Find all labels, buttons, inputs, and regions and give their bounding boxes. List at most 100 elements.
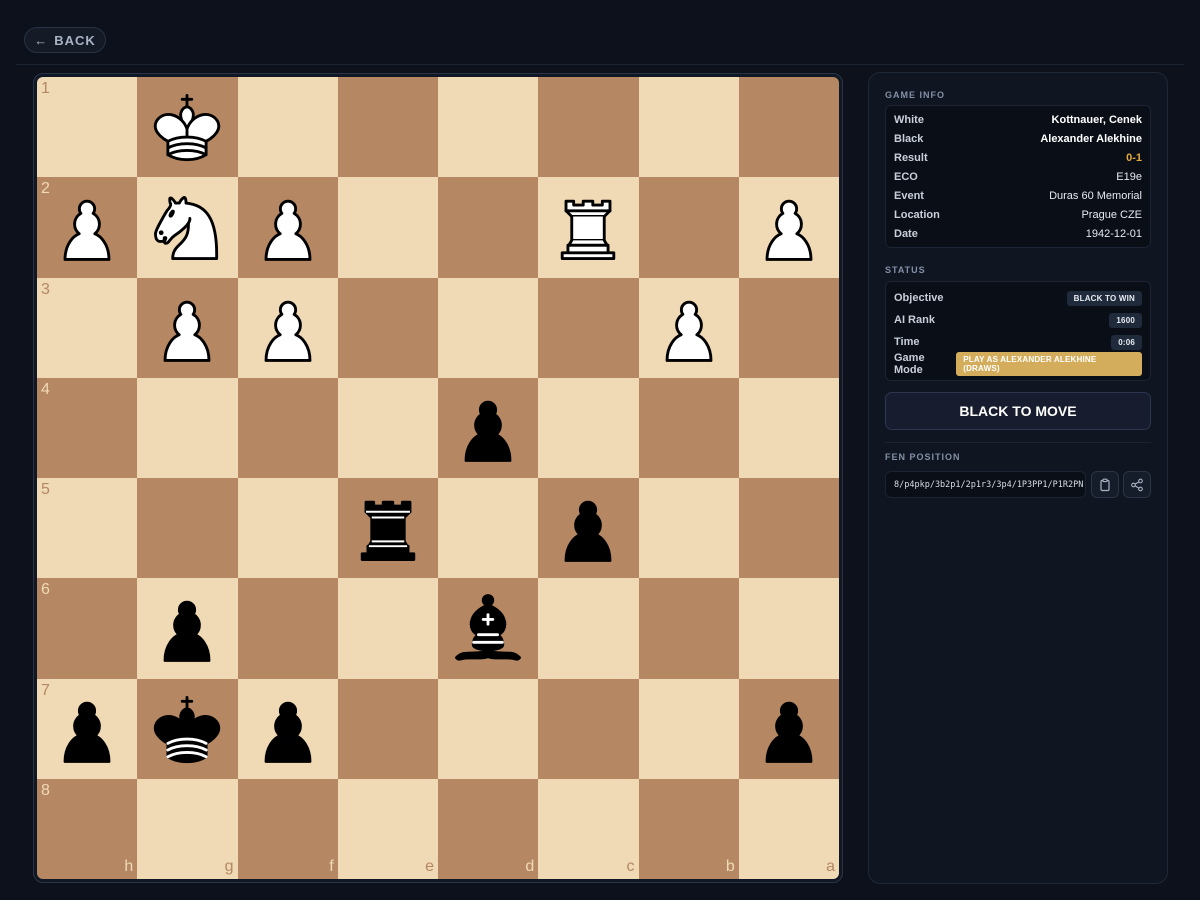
- board-square[interactable]: 6: [37, 578, 138, 679]
- board-square[interactable]: g: [137, 778, 238, 879]
- board-square[interactable]: [137, 377, 238, 478]
- board-square[interactable]: [438, 177, 539, 278]
- objective-badge: BLACK TO WIN: [1066, 290, 1142, 306]
- white-pawn-icon[interactable]: [646, 285, 732, 371]
- board-square[interactable]: [738, 177, 839, 278]
- turn-indicator-button[interactable]: BLACK TO MOVE: [885, 392, 1151, 430]
- board-square[interactable]: [538, 277, 639, 378]
- board-square[interactable]: d: [438, 778, 539, 879]
- board-square[interactable]: [137, 177, 238, 278]
- board-square[interactable]: [337, 77, 438, 178]
- board-square[interactable]: [438, 578, 539, 679]
- eco-label: ECO: [894, 170, 918, 183]
- board-square[interactable]: [237, 578, 338, 679]
- location-value: Prague CZE: [1081, 208, 1142, 221]
- black-pawn-icon[interactable]: [445, 385, 531, 471]
- board-square[interactable]: [137, 77, 238, 178]
- board-square[interactable]: [738, 578, 839, 679]
- board-square[interactable]: 5: [37, 478, 138, 579]
- location-label: Location: [894, 208, 940, 221]
- board-square[interactable]: [538, 678, 639, 779]
- board-square[interactable]: [638, 478, 739, 579]
- board-square[interactable]: [538, 177, 639, 278]
- white-pawn-icon[interactable]: [245, 184, 331, 270]
- board-square[interactable]: [438, 277, 539, 378]
- board-square[interactable]: [738, 678, 839, 779]
- board-square[interactable]: [137, 578, 238, 679]
- white-pawn-icon[interactable]: [746, 184, 832, 270]
- black-pawn-icon[interactable]: [746, 686, 832, 772]
- board-square[interactable]: [638, 177, 739, 278]
- rank-label: 8: [41, 781, 50, 799]
- white-pawn-icon[interactable]: [44, 184, 130, 270]
- board-square[interactable]: [538, 77, 639, 178]
- black-king-icon[interactable]: [144, 686, 230, 772]
- board-square[interactable]: [237, 678, 338, 779]
- board-square[interactable]: [137, 678, 238, 779]
- back-button[interactable]: ← BACK: [24, 27, 106, 53]
- board-square[interactable]: [237, 478, 338, 579]
- board-square[interactable]: [738, 77, 839, 178]
- board-square[interactable]: [638, 377, 739, 478]
- board-square[interactable]: [337, 578, 438, 679]
- board-square[interactable]: [738, 277, 839, 378]
- board-square[interactable]: 2: [37, 177, 138, 278]
- info-row-date: Date 1942-12-01: [886, 224, 1150, 243]
- black-pawn-icon[interactable]: [545, 485, 631, 571]
- chess-board[interactable]: 1 2 345 6 7 8 h g f e d c b a: [37, 77, 839, 879]
- board-square[interactable]: [438, 678, 539, 779]
- board-square[interactable]: [738, 377, 839, 478]
- board-square[interactable]: [738, 478, 839, 579]
- black-pawn-icon[interactable]: [44, 686, 130, 772]
- board-square[interactable]: [638, 277, 739, 378]
- board-square[interactable]: [137, 277, 238, 378]
- board-square[interactable]: b: [638, 778, 739, 879]
- board-square[interactable]: [638, 678, 739, 779]
- clipboard-icon: [1100, 478, 1110, 491]
- game-info-title: GAME INFO: [885, 90, 945, 100]
- board-square[interactable]: [237, 277, 338, 378]
- white-pawn-icon[interactable]: [245, 285, 331, 371]
- board-square[interactable]: [237, 377, 338, 478]
- white-pawn-icon[interactable]: [144, 285, 230, 371]
- board-square[interactable]: [638, 77, 739, 178]
- board-square[interactable]: [337, 177, 438, 278]
- board-square[interactable]: f: [237, 778, 338, 879]
- board-square[interactable]: 7: [37, 678, 138, 779]
- board-square[interactable]: [538, 478, 639, 579]
- fen-field[interactable]: 8/p4pkp/3b2p1/2p1r3/3p4/1P3PP1/P1R2PN: [885, 471, 1086, 498]
- file-label: h: [124, 858, 134, 875]
- board-square[interactable]: e: [337, 778, 438, 879]
- board-square[interactable]: 4: [37, 377, 138, 478]
- board-square[interactable]: [337, 478, 438, 579]
- copy-fen-button[interactable]: [1091, 471, 1119, 498]
- board-square[interactable]: c: [538, 778, 639, 879]
- board-square[interactable]: [237, 77, 338, 178]
- board-square[interactable]: [337, 277, 438, 378]
- board-square[interactable]: 1: [37, 77, 138, 178]
- board-square[interactable]: [337, 678, 438, 779]
- white-rook-icon[interactable]: [545, 184, 631, 270]
- board-square[interactable]: 8h: [37, 778, 138, 879]
- board-square[interactable]: [438, 77, 539, 178]
- black-pawn-icon[interactable]: [245, 686, 331, 772]
- board-square[interactable]: a: [738, 778, 839, 879]
- board-square[interactable]: [237, 177, 338, 278]
- rank-label: 2: [41, 180, 50, 198]
- board-square[interactable]: [638, 578, 739, 679]
- board-square[interactable]: [438, 377, 539, 478]
- board-square[interactable]: [538, 377, 639, 478]
- black-pawn-icon[interactable]: [144, 585, 230, 671]
- board-square[interactable]: [438, 478, 539, 579]
- board-square[interactable]: 3: [37, 277, 138, 378]
- white-knight-icon[interactable]: [144, 184, 230, 270]
- board-square[interactable]: [538, 578, 639, 679]
- info-row-black: Black Alexander Alekhine: [886, 129, 1150, 148]
- share-button[interactable]: [1123, 471, 1151, 498]
- board-square[interactable]: [137, 478, 238, 579]
- white-king-icon[interactable]: [144, 84, 230, 170]
- objective-label: Objective: [894, 292, 944, 304]
- black-rook-icon[interactable]: [345, 485, 431, 571]
- black-bishop-icon[interactable]: [445, 585, 531, 671]
- board-square[interactable]: [337, 377, 438, 478]
